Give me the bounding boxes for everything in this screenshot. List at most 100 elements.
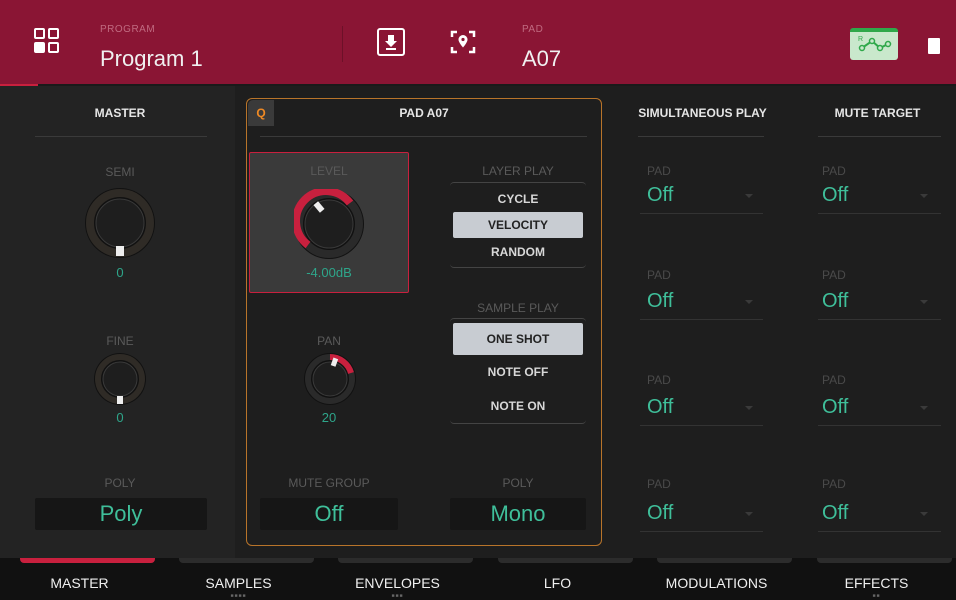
pad-title: PAD A07 bbox=[399, 106, 449, 120]
locate-icon[interactable] bbox=[449, 28, 477, 56]
sim-pad-4-value[interactable]: Off bbox=[647, 502, 673, 525]
master-poly-label: POLY bbox=[104, 476, 136, 490]
tab-label: SAMPLES bbox=[205, 575, 272, 591]
level-value: -4.00dB bbox=[306, 265, 352, 280]
sim-pad-2-value[interactable]: Off bbox=[647, 290, 673, 313]
chevron-down-icon bbox=[745, 194, 753, 198]
tab-modulations[interactable]: MODULATIONS bbox=[637, 558, 796, 600]
pan-knob[interactable] bbox=[304, 353, 356, 405]
fine-label: FINE bbox=[106, 334, 134, 348]
sample-play-one-shot[interactable]: ONE SHOT bbox=[453, 323, 583, 355]
sim-pad-2-label: PAD bbox=[647, 268, 671, 282]
mute-pad-1-label: PAD bbox=[822, 164, 846, 178]
semi-value: 0 bbox=[116, 265, 124, 280]
sim-pad-4-underline bbox=[640, 531, 763, 532]
sim-pad-3-value[interactable]: Off bbox=[647, 396, 673, 419]
pad-label: PAD bbox=[522, 24, 544, 35]
mute-pad-2-label: PAD bbox=[822, 268, 846, 282]
tab-label: ENVELOPES bbox=[355, 575, 440, 591]
tab-label: LFO bbox=[543, 575, 572, 591]
tab-label: EFFECTS bbox=[844, 575, 909, 591]
tab-indicator bbox=[338, 558, 473, 563]
tab-master[interactable]: MASTER bbox=[0, 558, 159, 600]
chevron-down-icon bbox=[745, 300, 753, 304]
tab-indicator bbox=[179, 558, 314, 563]
semi-knob[interactable] bbox=[85, 188, 155, 258]
mute-pad-3-label: PAD bbox=[822, 373, 846, 387]
tab-samples[interactable]: SAMPLES ■■■■ bbox=[159, 558, 318, 600]
sim-pad-3-underline bbox=[640, 425, 763, 426]
tab-bar: MASTER SAMPLES ■■■■ ENVELOPES ■■■ LFO MO… bbox=[0, 558, 956, 600]
sim-pad-3-label: PAD bbox=[647, 373, 671, 387]
tab-indicator bbox=[657, 558, 792, 563]
chevron-down-icon bbox=[745, 406, 753, 410]
chevron-down-icon bbox=[920, 512, 928, 516]
master-rule bbox=[35, 136, 207, 137]
mute-pad-4-label: PAD bbox=[822, 477, 846, 491]
tab-indicator bbox=[20, 558, 155, 563]
sim-pad-4-label: PAD bbox=[647, 477, 671, 491]
layer-play-random[interactable]: RANDOM bbox=[453, 239, 583, 265]
mute-pad-1-value[interactable]: Off bbox=[822, 184, 848, 207]
program-label: PROGRAM bbox=[100, 24, 156, 35]
mute-pad-2-underline bbox=[818, 319, 941, 320]
mute-pad-3-underline bbox=[818, 425, 941, 426]
sim-pad-1-label: PAD bbox=[647, 164, 671, 178]
tab-dots: ■■■■ bbox=[230, 593, 247, 599]
layer-play-cycle[interactable]: CYCLE bbox=[453, 186, 583, 212]
mute-pad-2-value[interactable]: Off bbox=[822, 290, 848, 313]
layer-play-velocity[interactable]: VELOCITY bbox=[453, 212, 583, 238]
sim-pad-1-underline bbox=[640, 213, 763, 214]
header-bar: PROGRAM Program 1 PAD A07 R bbox=[0, 0, 956, 84]
level-knob[interactable] bbox=[294, 189, 364, 259]
sample-play-label: SAMPLE PLAY bbox=[477, 301, 559, 315]
tab-label: MASTER bbox=[50, 575, 109, 591]
program-name[interactable]: Program 1 bbox=[100, 46, 203, 72]
tab-dots: ■■■ bbox=[391, 593, 404, 599]
svg-text:R: R bbox=[858, 36, 863, 43]
chevron-down-icon bbox=[745, 512, 753, 516]
mute-pad-3-value[interactable]: Off bbox=[822, 396, 848, 419]
pad-poly-field[interactable]: Mono bbox=[450, 498, 586, 530]
q-link-button[interactable]: Q bbox=[248, 100, 274, 126]
semi-label: SEMI bbox=[105, 165, 135, 179]
save-icon[interactable] bbox=[377, 28, 405, 56]
mute-target-title: MUTE TARGET bbox=[834, 106, 921, 120]
pad-poly-label: POLY bbox=[502, 476, 534, 490]
sample-play-note-off[interactable]: NOTE OFF bbox=[453, 359, 583, 385]
layer-play-label: LAYER PLAY bbox=[482, 164, 554, 178]
tab-effects[interactable]: EFFECTS ■■ bbox=[797, 558, 956, 600]
modulation-icon[interactable]: R bbox=[850, 28, 898, 60]
fine-knob[interactable] bbox=[94, 353, 146, 405]
mute-target-rule bbox=[818, 136, 941, 137]
chevron-down-icon bbox=[920, 194, 928, 198]
tab-label: MODULATIONS bbox=[665, 575, 768, 591]
chip-icon[interactable] bbox=[928, 38, 940, 54]
simultaneous-play-rule bbox=[638, 136, 764, 137]
pan-value: 20 bbox=[321, 410, 337, 425]
mute-pad-4-underline bbox=[818, 531, 941, 532]
grid-icon[interactable] bbox=[34, 28, 60, 54]
tab-envelopes[interactable]: ENVELOPES ■■■ bbox=[318, 558, 477, 600]
pad-name[interactable]: A07 bbox=[522, 46, 561, 72]
fine-value: 0 bbox=[116, 410, 124, 425]
pad-rule bbox=[260, 136, 587, 137]
tab-dots: ■■ bbox=[872, 593, 881, 599]
sample-play-note-on[interactable]: NOTE ON bbox=[453, 393, 583, 419]
mute-group-field[interactable]: Off bbox=[260, 498, 398, 530]
mute-group-label: MUTE GROUP bbox=[288, 476, 370, 490]
master-title: MASTER bbox=[94, 106, 146, 120]
sim-pad-2-underline bbox=[640, 319, 763, 320]
mute-pad-1-underline bbox=[818, 213, 941, 214]
mute-pad-4-value[interactable]: Off bbox=[822, 502, 848, 525]
tab-indicator bbox=[498, 558, 633, 563]
tab-indicator bbox=[817, 558, 952, 563]
master-poly-field[interactable]: Poly bbox=[35, 498, 207, 530]
chevron-down-icon bbox=[920, 300, 928, 304]
sim-pad-1-value[interactable]: Off bbox=[647, 184, 673, 207]
header-divider bbox=[342, 26, 343, 62]
pan-label: PAN bbox=[317, 334, 341, 348]
chevron-down-icon bbox=[920, 406, 928, 410]
tab-lfo[interactable]: LFO bbox=[478, 558, 637, 600]
simultaneous-play-title: SIMULTANEOUS PLAY bbox=[638, 106, 767, 120]
